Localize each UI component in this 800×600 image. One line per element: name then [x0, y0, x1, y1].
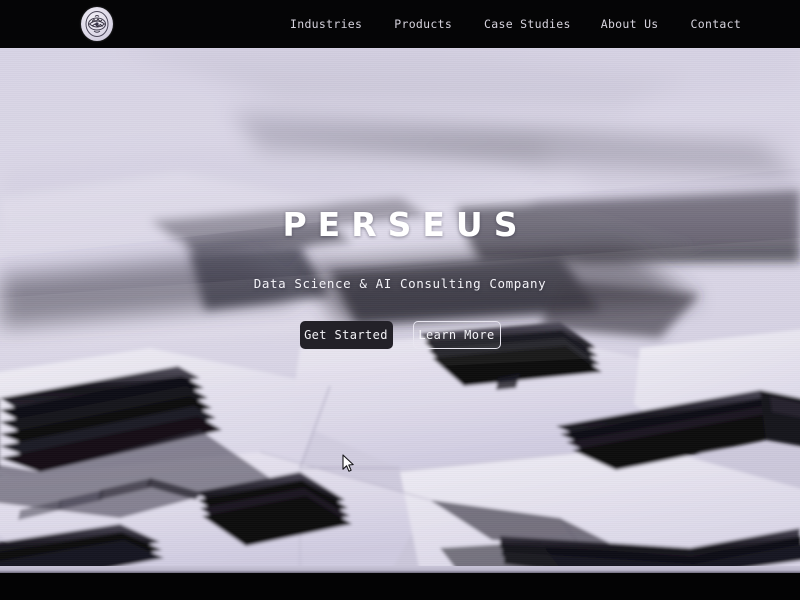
site-footer — [0, 573, 800, 600]
nav-item-about-us[interactable]: About Us — [601, 0, 659, 48]
hero-background-image — [0, 48, 800, 573]
nav-item-case-studies[interactable]: Case Studies — [484, 0, 571, 48]
hero-cta-group: Get Started Learn More — [299, 321, 501, 349]
circular-emblem-icon — [81, 7, 113, 41]
get-started-button[interactable]: Get Started — [299, 321, 393, 349]
nav-item-contact[interactable]: Contact — [691, 0, 742, 48]
nav-item-industries[interactable]: Industries — [290, 0, 362, 48]
page-root: Industries Products Case Studies About U… — [0, 0, 800, 600]
main-navigation: Industries Products Case Studies About U… — [290, 0, 741, 48]
site-header: Industries Products Case Studies About U… — [0, 0, 800, 48]
hero-bottom-edge — [0, 566, 800, 573]
logo[interactable] — [81, 7, 113, 41]
nav-item-products[interactable]: Products — [394, 0, 452, 48]
learn-more-button[interactable]: Learn More — [412, 321, 501, 349]
hero-section: PERSEUS Data Science & AI Consulting Com… — [0, 48, 800, 573]
